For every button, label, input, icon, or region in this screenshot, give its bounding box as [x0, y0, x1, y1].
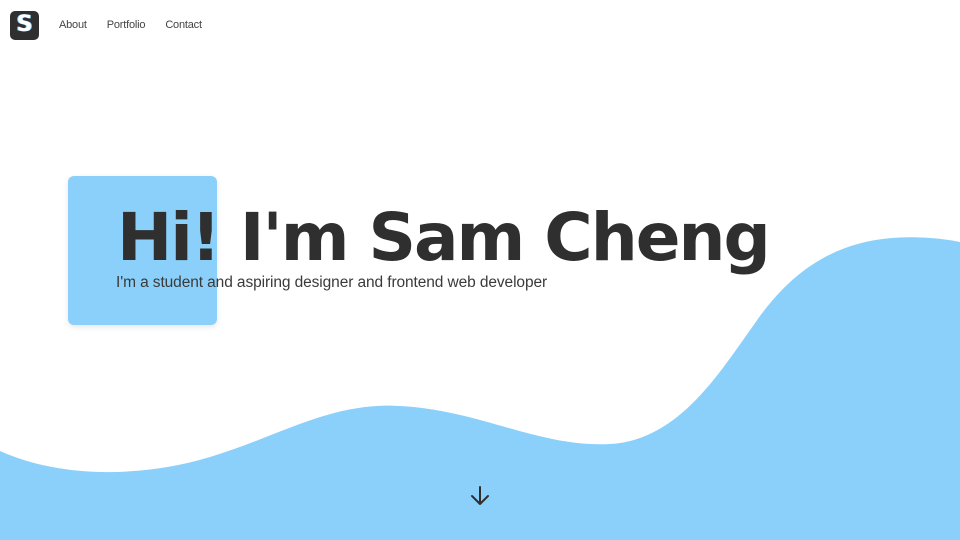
page: S About Portfolio Contact Hi! I'm Sam Ch… [0, 0, 960, 540]
top-nav: S About Portfolio Contact [10, 10, 222, 40]
logo-letter: S [16, 12, 33, 37]
logo[interactable]: S [10, 10, 39, 40]
hero-subtitle: I'm a student and aspiring designer and … [116, 274, 548, 291]
nav-link-contact[interactable]: Contact [165, 19, 202, 31]
nav-link-about[interactable]: About [59, 19, 87, 31]
arrow-down-icon [471, 486, 489, 505]
hero-title: Hi! I'm Sam Cheng [117, 199, 771, 276]
scroll-down-button[interactable] [468, 484, 492, 508]
nav-link-portfolio[interactable]: Portfolio [107, 19, 146, 31]
